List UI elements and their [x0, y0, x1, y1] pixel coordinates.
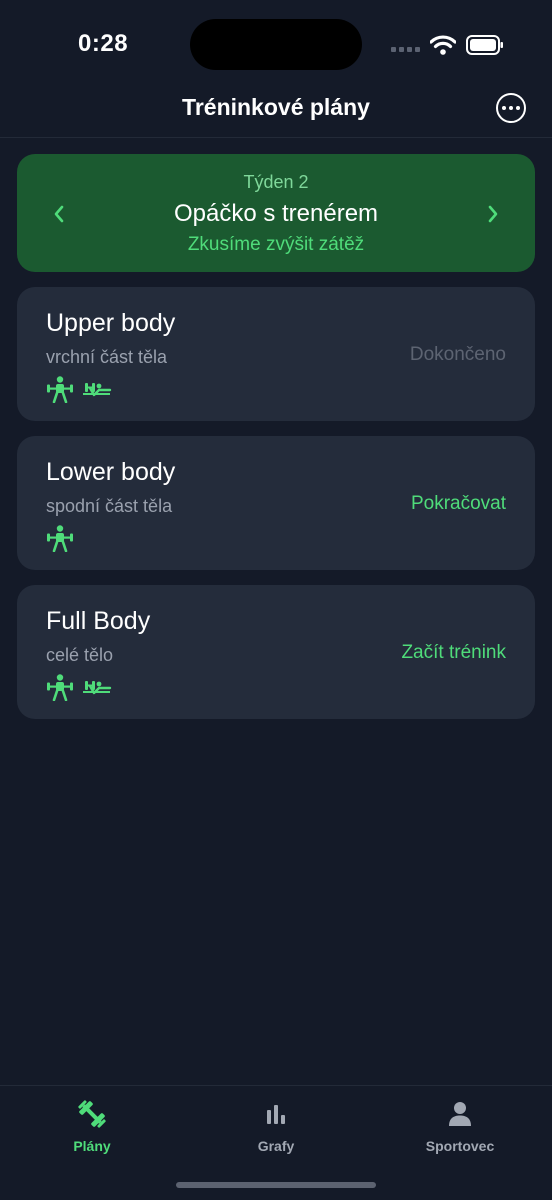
- tab-sportovec[interactable]: Sportovec: [390, 1098, 530, 1158]
- bar-chart-icon: [267, 1105, 285, 1124]
- plan-action-link[interactable]: Začít trénink: [401, 642, 506, 664]
- ellipsis-icon: [502, 106, 506, 110]
- dynamic-island: [190, 19, 362, 70]
- plan-subtitle: spodní část těla: [46, 496, 173, 516]
- tab-grafy[interactable]: Grafy: [206, 1098, 346, 1158]
- status-icons: [391, 34, 504, 56]
- plan-title: Upper body: [46, 309, 176, 337]
- tab-label: Sportovec: [425, 1138, 495, 1154]
- wifi-icon: [430, 35, 456, 55]
- bench-press-icon: [83, 383, 112, 397]
- status-bar: 0:28: [0, 0, 552, 90]
- plan-action-link[interactable]: Pokračovat: [411, 493, 506, 515]
- plan-card-lower-body[interactable]: Lower body spodní část těla Pokračovat: [17, 436, 535, 570]
- week-subtitle: Zkusíme zvýšit zátěž: [187, 234, 365, 255]
- plan-title: Full Body: [46, 607, 151, 635]
- dumbbell-icon: [78, 1100, 106, 1128]
- week-title: Opáčko s trenérem: [173, 200, 379, 227]
- week-label: Týden 2: [243, 172, 309, 192]
- weightlifter-icon: [47, 376, 73, 403]
- person-icon: [449, 1102, 471, 1126]
- weightlifter-icon: [47, 674, 73, 701]
- home-indicator: [176, 1182, 376, 1188]
- tab-plany[interactable]: Plány: [22, 1098, 162, 1158]
- plan-status: Dokončeno: [409, 344, 506, 365]
- signal-icon: [391, 38, 420, 52]
- plan-title: Lower body: [46, 458, 176, 486]
- weightlifter-icon: [47, 525, 73, 552]
- bench-press-icon: [83, 681, 112, 695]
- status-time: 0:28: [78, 30, 129, 57]
- plan-card-full-body[interactable]: Full Body celé tělo Začít trénink: [17, 585, 535, 719]
- plan-exercise-icons: [46, 375, 112, 403]
- page-title: Tréninkové plány: [182, 94, 370, 120]
- battery-icon: [466, 35, 503, 55]
- tab-label: Plány: [73, 1138, 111, 1154]
- plan-exercise-icons: [46, 673, 112, 701]
- more-options-button[interactable]: [496, 93, 526, 123]
- plan-exercise-icons: [46, 524, 74, 552]
- nav-bar: Tréninkové plány: [0, 80, 552, 138]
- next-week-button[interactable]: [481, 202, 505, 226]
- screen: 0:28 Tréninkové plány Týden 2 Opáčko s t…: [0, 0, 552, 1200]
- tab-bar: Plány Grafy Sportovec: [0, 1085, 552, 1200]
- week-banner: Týden 2 Opáčko s trenérem Zkusíme zvýšit…: [17, 154, 535, 272]
- chevron-right-icon: [488, 205, 498, 223]
- tab-label: Grafy: [257, 1138, 295, 1154]
- plan-subtitle: celé tělo: [46, 645, 114, 665]
- plan-subtitle: vrchní část těla: [46, 347, 168, 367]
- plan-card-upper-body[interactable]: Upper body vrchní část těla Dokončeno: [17, 287, 535, 421]
